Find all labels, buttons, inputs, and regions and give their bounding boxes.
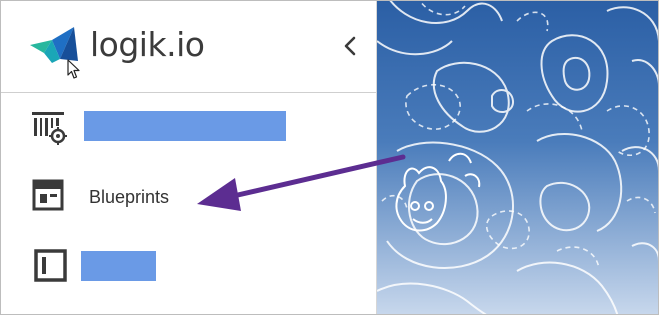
sidebar-item-configurator[interactable] xyxy=(1,97,376,157)
redacted-label xyxy=(84,111,286,141)
sidebar-header: logik.io xyxy=(1,1,376,93)
brand-name[interactable]: logik.io xyxy=(90,25,205,65)
blueprint-layout-icon xyxy=(32,179,64,211)
configurator-settings-icon xyxy=(32,112,67,145)
redacted-label xyxy=(81,251,156,281)
panel-sidebar-icon xyxy=(34,249,67,282)
app-window: logik.io Blueprints xyxy=(0,0,659,315)
mouse-cursor-icon xyxy=(67,59,80,79)
sidebar-item-label: Blueprints xyxy=(89,187,170,207)
topographic-background xyxy=(377,1,658,314)
sidebar-item-panel[interactable] xyxy=(1,236,376,296)
sidebar: logik.io Blueprints xyxy=(1,1,377,314)
sidebar-item-blueprints[interactable]: Blueprints xyxy=(1,166,376,226)
chevron-left-icon[interactable] xyxy=(339,33,361,59)
